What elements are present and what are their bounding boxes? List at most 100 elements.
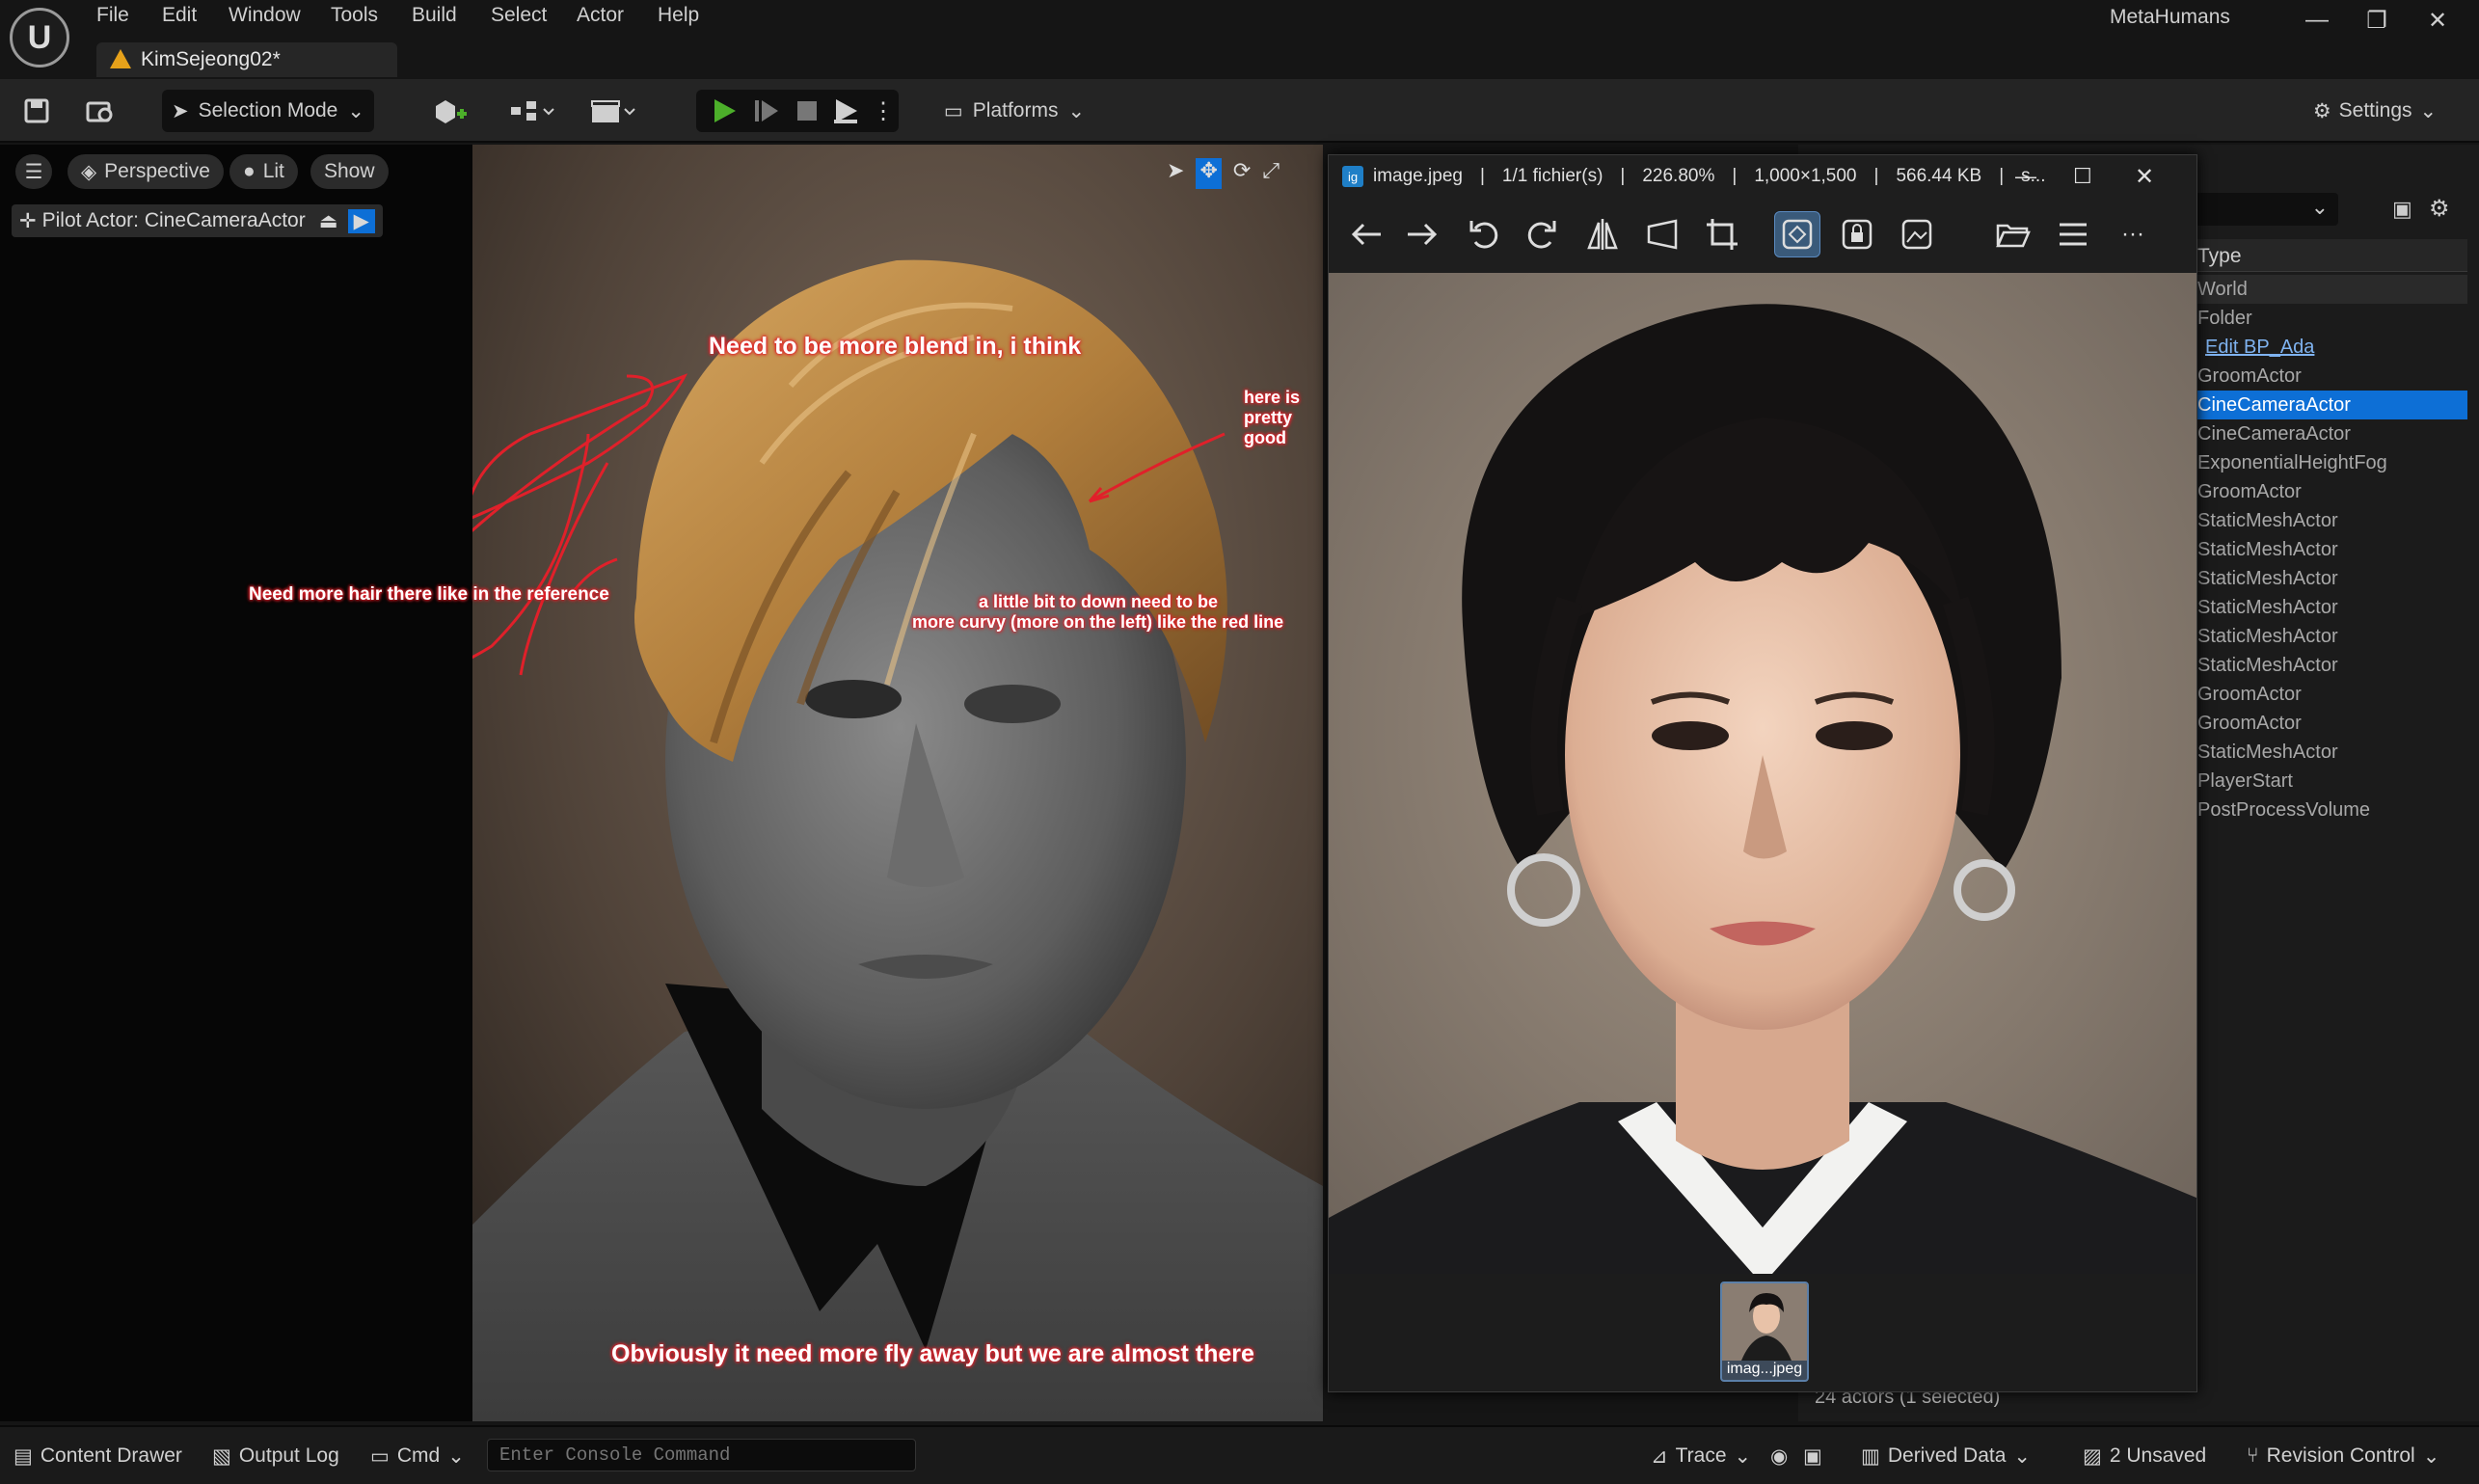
outliner-type-cell[interactable]: StaticMeshActor <box>2188 506 2467 535</box>
rotate-icon[interactable]: ⟳ <box>1233 158 1251 189</box>
level-viewport[interactable]: ☰ ◈ Perspective ● Lit Show ➤ ✥ ⟳ ⤢ ✛ Pil… <box>0 145 1323 1421</box>
settings-dropdown[interactable]: ⚙ Settings ⌄ <box>2303 90 2447 132</box>
cinematics-icon[interactable] <box>584 90 642 132</box>
thumbnail-image <box>1722 1283 1807 1361</box>
viewer-maximize-icon[interactable]: ☐ <box>2073 164 2092 189</box>
lock-icon[interactable] <box>1834 211 1880 257</box>
show-label: Show <box>324 160 375 182</box>
unsaved-button[interactable]: ▨ 2 Unsaved <box>2083 1441 2206 1471</box>
show-button[interactable]: Show <box>310 154 389 189</box>
stop-icon[interactable] <box>793 96 822 125</box>
menu-edit[interactable]: Edit <box>162 4 197 27</box>
rotate-left-icon[interactable] <box>1460 211 1506 257</box>
minimize-icon[interactable]: — <box>2293 2 2341 39</box>
more-options-icon[interactable]: ⋮ <box>872 97 895 125</box>
gallery-icon[interactable] <box>1894 211 1940 257</box>
content-browser-icon[interactable] <box>81 90 120 132</box>
eject-icon[interactable] <box>831 96 860 125</box>
app-icon: ig <box>1342 166 1363 187</box>
outliner-type-cell[interactable]: PlayerStart <box>2188 767 2467 796</box>
menu-window[interactable]: Window <box>229 4 301 27</box>
scale-icon[interactable]: ⤢ <box>1262 158 1280 189</box>
outliner-type-cell[interactable]: Edit BP_Ada <box>2188 333 2467 362</box>
outliner-type-cell[interactable]: StaticMeshActor <box>2188 535 2467 564</box>
viewer-file-index: 1/1 fichier(s) <box>1501 166 1603 186</box>
type-column-header[interactable]: Type <box>2188 239 2467 272</box>
platforms-dropdown[interactable]: ▭ Platforms ⌄ <box>937 90 1091 132</box>
outliner-type-cell[interactable]: StaticMeshActor <box>2188 738 2467 767</box>
sphere-icon: ● <box>243 160 256 182</box>
outliner-type-cell[interactable]: GroomActor <box>2188 477 2467 506</box>
outliner-type-cell[interactable]: Folder <box>2188 304 2467 333</box>
move-icon[interactable]: ✥ <box>1196 158 1222 189</box>
step-icon[interactable] <box>752 96 781 125</box>
unreal-logo-icon[interactable]: U <box>10 8 69 67</box>
rotate-right-icon[interactable] <box>1520 211 1566 257</box>
document-tab[interactable]: KimSejeong02* <box>96 42 397 77</box>
outliner-type-cell[interactable]: ExponentialHeightFog <box>2188 448 2467 477</box>
more-icon[interactable]: ··· <box>2110 211 2156 257</box>
outliner-type-cell[interactable]: StaticMeshActor <box>2188 564 2467 593</box>
play-icon[interactable] <box>710 96 739 125</box>
menu-build[interactable]: Build <box>412 4 457 27</box>
lit-button[interactable]: ● Lit <box>229 154 298 189</box>
outliner-type-cell[interactable]: StaticMeshActor <box>2188 651 2467 680</box>
image-viewer-window[interactable]: ig image.jpeg | 1/1 fichier(s) | 226.80%… <box>1328 154 2197 1392</box>
console-command-input[interactable] <box>487 1439 916 1471</box>
outliner-type-cell[interactable]: GroomActor <box>2188 362 2467 391</box>
revision-control-dropdown[interactable]: ⑂ Revision Control ⌄ <box>2247 1441 2439 1471</box>
outliner-type-cell[interactable]: StaticMeshActor <box>2188 593 2467 622</box>
fit-view-icon[interactable] <box>1774 211 1820 257</box>
viewer-minimize-icon[interactable]: — <box>2015 164 2036 189</box>
perspective-icon[interactable] <box>1639 211 1685 257</box>
outliner-type-cell[interactable]: GroomActor <box>2188 709 2467 738</box>
eject-pilot-icon[interactable]: ⏏ <box>319 209 338 233</box>
open-folder-icon[interactable] <box>1990 211 2036 257</box>
blueprint-icon[interactable] <box>503 90 561 132</box>
hamburger-menu-icon[interactable] <box>2050 211 2096 257</box>
forward-arrow-icon[interactable] <box>1400 211 1446 257</box>
back-arrow-icon[interactable] <box>1342 211 1388 257</box>
add-actor-icon[interactable] <box>422 90 480 132</box>
branch-icon: ⑂ <box>2247 1444 2259 1467</box>
title-separator: | <box>1479 166 1485 186</box>
flip-icon[interactable] <box>1579 211 1626 257</box>
outliner-filter-dropdown[interactable]: ⌄ <box>2184 193 2338 226</box>
add-folder-icon[interactable]: ▣ <box>2392 197 2412 222</box>
viewport-menu-icon[interactable]: ☰ <box>15 154 52 189</box>
outliner-type-cell[interactable]: PostProcessVolume <box>2188 796 2467 824</box>
trace-dropdown[interactable]: ⊿ Trace ⌄ <box>1651 1441 1751 1471</box>
content-drawer-button[interactable]: ▤ Content Drawer <box>13 1441 182 1471</box>
camera-icon[interactable]: ▶ <box>347 208 375 233</box>
content-drawer-label: Content Drawer <box>40 1444 182 1467</box>
derived-data-icon: ▥ <box>1861 1444 1880 1468</box>
menu-file[interactable]: File <box>96 4 129 27</box>
selection-mode-dropdown[interactable]: ➤ Selection Mode ⌄ <box>162 90 374 132</box>
outliner-type-cell[interactable]: StaticMeshActor <box>2188 622 2467 651</box>
record-icon[interactable]: ◉ <box>1770 1441 1788 1471</box>
outliner-type-cell[interactable]: World <box>2188 275 2467 304</box>
menu-help[interactable]: Help <box>658 4 699 27</box>
outliner-type-cell[interactable]: CineCameraActor <box>2188 419 2467 448</box>
cmd-dropdown[interactable]: ▭ Cmd ⌄ <box>370 1441 465 1471</box>
menu-select[interactable]: Select <box>491 4 547 27</box>
select-icon[interactable]: ➤ <box>1167 158 1184 189</box>
thumbnail-item[interactable]: imag...jpeg <box>1720 1282 1809 1382</box>
menu-actor[interactable]: Actor <box>577 4 624 27</box>
viewer-filename: image.jpeg <box>1373 166 1463 186</box>
outliner-type-cell[interactable]: GroomActor <box>2188 680 2467 709</box>
restore-icon[interactable]: ❐ <box>2353 2 2401 39</box>
perspective-button[interactable]: ◈ Perspective <box>67 154 224 189</box>
outliner-settings-icon[interactable]: ⚙ <box>2429 195 2450 223</box>
terminal-icon: ▭ <box>370 1444 390 1468</box>
output-log-button[interactable]: ▧ Output Log <box>212 1441 339 1471</box>
screenshot-icon[interactable]: ▣ <box>1803 1441 1822 1471</box>
menu-tools[interactable]: Tools <box>331 4 378 27</box>
save-icon[interactable] <box>17 90 56 132</box>
output-log-icon: ▧ <box>212 1444 231 1468</box>
derived-data-dropdown[interactable]: ▥ Derived Data ⌄ <box>1861 1441 2031 1471</box>
close-icon[interactable]: ✕ <box>2413 2 2462 39</box>
viewer-close-icon[interactable]: ✕ <box>2135 163 2154 191</box>
crop-icon[interactable] <box>1699 211 1745 257</box>
outliner-type-cell[interactable]: CineCameraActor <box>2188 391 2467 419</box>
